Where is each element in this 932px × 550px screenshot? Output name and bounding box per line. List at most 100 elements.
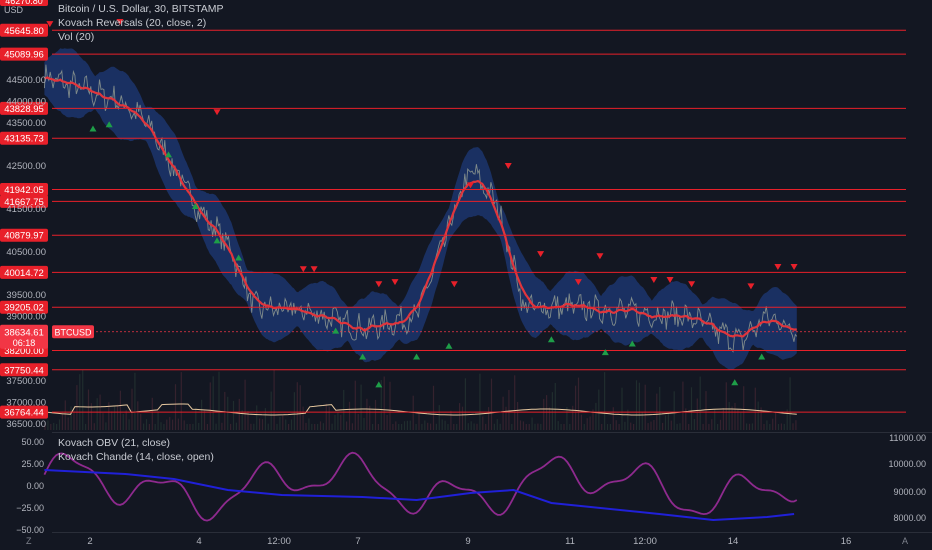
volume-bar xyxy=(244,379,246,430)
obv-tick: 11000.00 xyxy=(889,433,926,443)
volume-bar xyxy=(427,422,429,430)
volume-bar xyxy=(192,423,194,430)
volume-bar xyxy=(508,390,510,430)
sell-marker xyxy=(650,276,658,283)
sell-marker xyxy=(391,279,399,286)
volume-bar xyxy=(256,405,258,430)
volume-bar xyxy=(566,407,568,430)
volume-bar xyxy=(140,413,142,430)
volume-bar xyxy=(522,421,524,430)
volume-bar xyxy=(73,410,75,430)
obv-tick: 8000.00 xyxy=(893,513,926,523)
volume-bar xyxy=(728,401,730,430)
volume-bar xyxy=(357,413,359,430)
volume-bar xyxy=(308,418,310,430)
indicator-kovach-obv-label[interactable]: Kovach OBV (21, close) xyxy=(58,437,170,449)
volume-bar xyxy=(261,419,264,430)
volume-bar xyxy=(279,416,281,430)
volume-bar xyxy=(383,376,385,430)
volume-bar xyxy=(302,406,304,430)
volume-bar xyxy=(459,403,461,430)
volume-bar xyxy=(517,402,519,430)
volume-bar xyxy=(430,423,432,430)
volume-ma-line xyxy=(44,403,797,416)
volume-bar xyxy=(143,423,145,430)
buy-marker xyxy=(445,342,453,349)
volume-bar xyxy=(82,369,84,430)
indicator-volume-label[interactable]: Vol (20) xyxy=(58,31,94,43)
volume-bar xyxy=(270,391,272,430)
volume-bar xyxy=(183,420,185,430)
volume-bar xyxy=(662,422,664,430)
volume-bar xyxy=(757,401,759,430)
level-label: 40879.97 xyxy=(4,231,44,242)
buy-marker xyxy=(758,353,766,360)
volume-bar xyxy=(395,421,397,430)
volume-bar xyxy=(572,405,574,430)
volume-bar xyxy=(195,407,197,430)
volume-bar xyxy=(688,424,690,430)
volume-bar xyxy=(58,419,61,430)
volume-bar xyxy=(456,424,458,430)
volume-bar xyxy=(595,402,597,430)
volume-bar xyxy=(96,398,98,430)
chande-tick: 50.00 xyxy=(21,437,44,447)
volume-bar xyxy=(795,420,797,430)
volume-bar xyxy=(116,404,119,430)
volume-bar xyxy=(551,392,553,430)
sell-marker xyxy=(375,281,383,288)
indicator-kovach-chande-label[interactable]: Kovach Chande (14, close, open) xyxy=(58,451,214,463)
symbol-title[interactable]: Bitcoin / U.S. Dollar, 30, BITSTAMP xyxy=(58,3,224,15)
level-label: 36764.44 xyxy=(4,408,44,419)
volume-bar xyxy=(763,424,765,430)
indicator-kovach-reversals-label[interactable]: Kovach Reversals (20, close, 2) xyxy=(58,17,206,29)
volume-bar xyxy=(221,422,223,430)
volume-bar xyxy=(575,385,577,430)
volume-bar xyxy=(560,424,562,430)
volume-bar xyxy=(528,424,530,430)
volume-bar xyxy=(102,413,104,430)
volume-bar xyxy=(693,419,695,430)
volume-bar xyxy=(273,369,275,430)
volume-bar xyxy=(638,382,640,430)
volume-bar xyxy=(348,401,351,430)
volume-bar xyxy=(485,423,487,430)
volume-bar xyxy=(250,423,252,430)
volume-bar xyxy=(224,391,226,430)
price-tick: 40500.00 xyxy=(6,247,46,258)
volume-bar xyxy=(601,424,603,430)
volume-bar xyxy=(453,424,455,430)
volume-bar xyxy=(699,376,701,430)
volume-bar xyxy=(740,412,742,430)
volume-bar xyxy=(432,385,435,430)
price-tick: 36500.00 xyxy=(6,419,46,430)
volume-bar xyxy=(644,384,646,430)
volume-bar xyxy=(267,423,269,430)
auto-scale-icon[interactable]: A xyxy=(902,536,908,546)
chande-tick: 0.00 xyxy=(26,481,44,491)
time-tick: 16 xyxy=(841,536,852,547)
volume-bar xyxy=(377,424,379,430)
volume-bar xyxy=(163,424,165,430)
volume-bar xyxy=(589,416,591,430)
volume-bar xyxy=(299,385,301,430)
sell-marker xyxy=(299,266,307,273)
obv-line xyxy=(44,469,795,522)
corner-icon-left[interactable]: Z xyxy=(26,536,32,546)
volume-bar xyxy=(50,423,52,430)
sell-marker xyxy=(450,281,458,288)
volume-bar xyxy=(64,400,66,430)
chart-canvas[interactable]: 45645.8045089.9643828.9543135.7341942.05… xyxy=(0,0,932,550)
volume-bar xyxy=(543,398,545,430)
sell-marker xyxy=(213,109,221,116)
volume-bar xyxy=(540,423,542,430)
volume-bar xyxy=(360,384,362,430)
price-tick: 41500.00 xyxy=(6,204,46,215)
current-price-value: 38634.61 xyxy=(4,327,44,338)
volume-bar xyxy=(554,383,556,430)
volume-bar xyxy=(496,419,498,430)
volume-bar xyxy=(627,409,629,430)
volume-bar xyxy=(232,400,235,430)
volume-bar xyxy=(346,421,348,430)
volume-bar xyxy=(134,372,136,430)
